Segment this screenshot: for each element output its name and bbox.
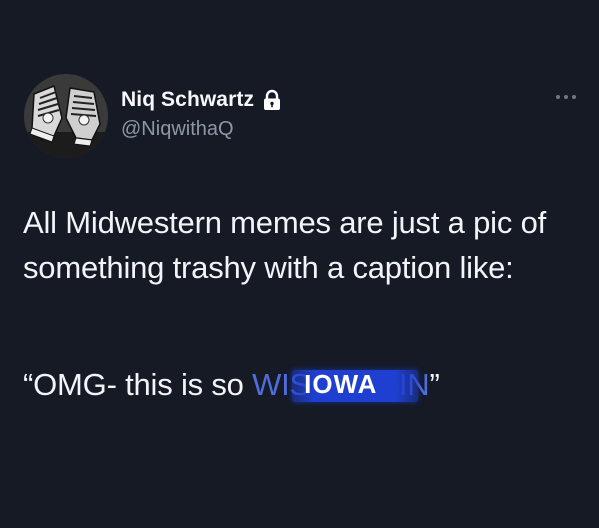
tweet-quote-line: “OMG- this is so WISCONSINIOWA” [23,362,440,407]
author-name-row: Niq Schwartz [121,88,282,112]
quote-prefix: “OMG- this is so [23,367,253,402]
more-horizontal-icon[interactable] [556,92,582,102]
author-display-name[interactable]: Niq Schwartz [121,88,254,112]
author-handle[interactable]: @NiqwithaQ [121,118,234,141]
avatar[interactable] [24,74,108,158]
lock-icon [262,89,282,111]
quote-suffix: ” [429,367,440,402]
sneakers-avatar-icon [24,74,108,158]
overlay-word: IOWA [304,369,378,399]
tweet-text: All Midwestern memes are just a pic of s… [23,205,547,285]
tweet-card: Niq Schwartz @NiqwithaQ All Midwestern m… [0,0,599,528]
meme-edit: WISCONSINIOWA [252,362,430,407]
